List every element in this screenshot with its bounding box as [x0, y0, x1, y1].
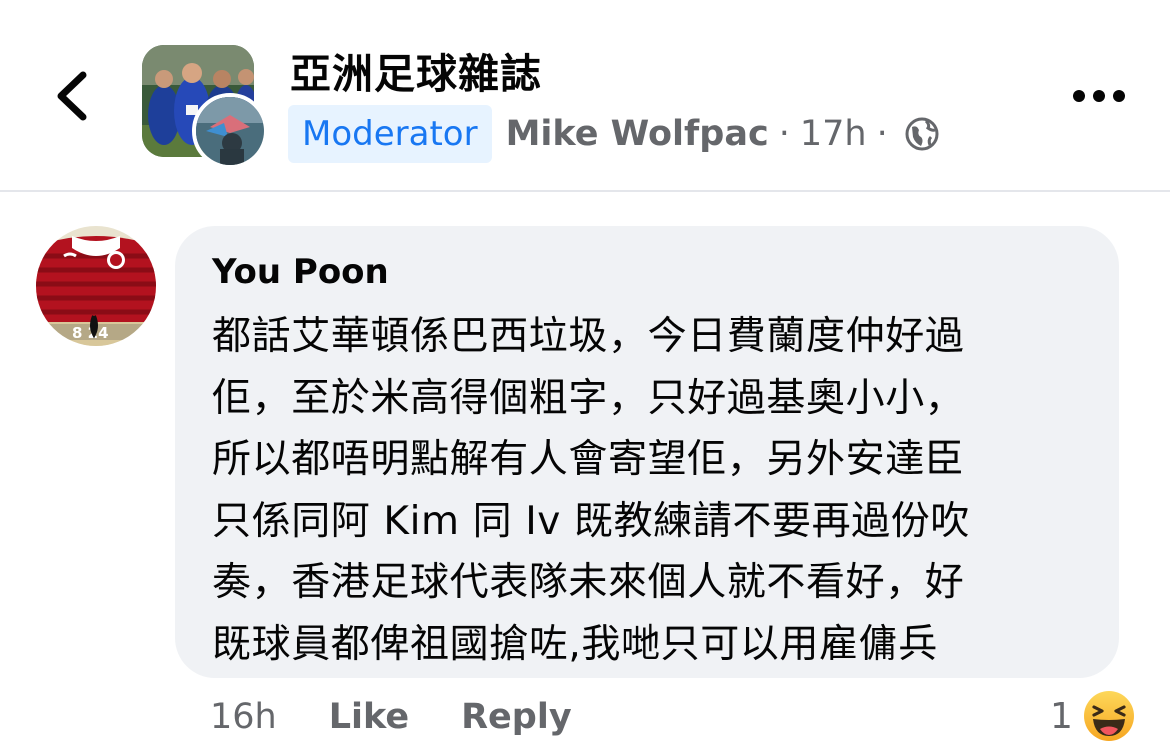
more-horizontal-icon	[1073, 90, 1125, 102]
back-button[interactable]	[44, 66, 100, 126]
comment-actions: 16h Like Reply	[210, 692, 572, 742]
reaction-summary[interactable]: 1	[1050, 688, 1135, 744]
commenter-avatar[interactable]: 8 24	[36, 226, 156, 346]
moderator-badge: Moderator	[288, 105, 492, 163]
comment-bubble: You Poon 都話艾華頓係巴西垃圾，今日費蘭度仲好過 佢，至於米高得個粗字，…	[175, 226, 1119, 678]
post-header: 亞洲足球雜誌 Moderator Mike Wolfpac · 17h ·	[0, 0, 1170, 192]
chevron-left-icon	[57, 71, 87, 121]
reaction-count: 1	[1050, 695, 1073, 737]
author-avatar	[192, 93, 268, 169]
haha-emoji-icon	[1083, 691, 1134, 741]
comment-line: 奏，香港足球代表隊未來個人就不看好，好	[212, 560, 965, 606]
post-time[interactable]: 17h	[800, 114, 867, 154]
comment-line: 既球員都俾祖國搶咗,我哋只可以用雇傭兵	[212, 621, 938, 667]
comment-line: 只係同阿 Kim 同 Iv 既教練請不要再過份吹	[212, 498, 970, 544]
comment-text: 都話艾華頓係巴西垃圾，今日費蘭度仲好過 佢，至於米高得個粗字，只好過基奧小小， …	[212, 306, 1092, 676]
reply-button[interactable]: Reply	[461, 697, 572, 737]
comment-time[interactable]: 16h	[210, 697, 277, 737]
separator-dot: ·	[876, 114, 888, 154]
post-meta: Moderator Mike Wolfpac · 17h ·	[288, 105, 940, 163]
separator-dot: ·	[778, 114, 790, 154]
group-avatar[interactable]	[142, 45, 268, 170]
comment-line: 所以都唔明點解有人會寄望佢，另外安達臣	[212, 437, 965, 483]
group-name[interactable]: 亞洲足球雜誌	[290, 40, 542, 100]
like-button[interactable]: Like	[329, 697, 409, 737]
author-name[interactable]: Mike Wolfpac	[506, 114, 769, 154]
globe-icon	[905, 117, 939, 151]
commenter-name[interactable]: You Poon	[212, 252, 389, 292]
comment-line: 佢，至於米高得個粗字，只好過基奧小小，	[212, 375, 965, 421]
more-options-button[interactable]	[1068, 80, 1130, 112]
comment-line: 都話艾華頓係巴西垃圾，今日費蘭度仲好過	[212, 314, 965, 359]
